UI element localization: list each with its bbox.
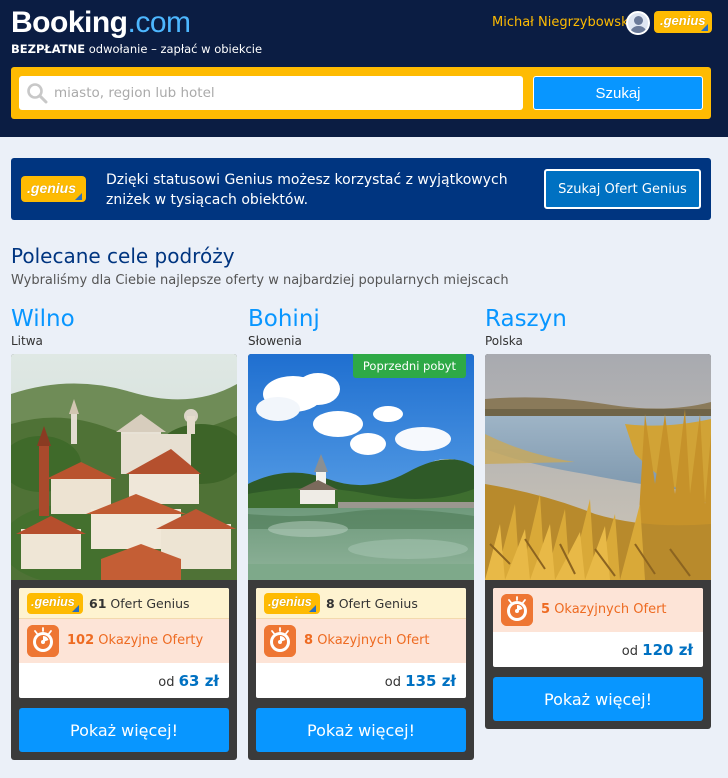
- genius-banner: .genius Dzięki statusowi Genius możesz k…: [11, 158, 711, 220]
- destination-panel: .genius 61 Ofert Genius 102 Okazyjne Ofe…: [11, 354, 237, 760]
- logo-main-text: Booking: [11, 6, 128, 39]
- section-subtitle: Wybraliśmy dla Ciebie najlepsze oferty w…: [11, 273, 509, 288]
- deal-offers-row[interactable]: 5 Okazyjnych Ofert: [493, 588, 703, 632]
- price-row: od 63 zł: [19, 663, 229, 698]
- destination-name[interactable]: Raszyn: [485, 306, 711, 334]
- genius-banner-badge: .genius: [21, 176, 86, 202]
- destination-country: Polska: [485, 334, 523, 348]
- price-value: 63 zł: [178, 672, 219, 690]
- header-tagline: BEZPŁATNE odwołanie – zapłać w obiekcie: [11, 42, 262, 56]
- genius-banner-text: Dzięki statusowi Genius możesz korzystać…: [106, 172, 508, 208]
- deal-icon: [501, 594, 533, 626]
- user-name-link[interactable]: Michał Niegrzybowski: [492, 15, 632, 30]
- deal-icon: [264, 625, 296, 657]
- offers-box: .genius 61 Ofert Genius 102 Okazyjne Ofe…: [19, 588, 229, 698]
- deal-offers-count: 102: [67, 633, 95, 648]
- deal-offers-row[interactable]: 102 Okazyjne Oferty: [19, 619, 229, 663]
- destination-panel: 5 Okazyjnych Ofert od 120 zł Pokaż więce…: [485, 354, 711, 729]
- destination-country: Litwa: [11, 334, 43, 348]
- genius-badge: .genius: [264, 593, 320, 614]
- destination-photo[interactable]: Poprzedni pobyt: [248, 354, 474, 580]
- destination-panel: Poprzedni pobyt .genius 8 Ofert Genius 8…: [248, 354, 474, 760]
- search-bar: Szukaj: [11, 67, 711, 119]
- deal-offers-label: Okazyjne Oferty: [98, 633, 204, 648]
- search-genius-offers-button[interactable]: Szukaj Ofert Genius: [544, 169, 701, 209]
- price-value: 120 zł: [642, 641, 693, 659]
- previous-stay-badge: Poprzedni pobyt: [352, 354, 466, 378]
- destination-card-bohinj: Bohinj Słowenia Poprzedni pobyt .genius …: [248, 306, 474, 760]
- deal-offers-row[interactable]: 8 Okazyjnych Ofert: [256, 619, 466, 663]
- booking-logo[interactable]: Booking.com: [11, 6, 191, 40]
- price-prefix: od: [384, 675, 402, 690]
- price-prefix: od: [158, 675, 175, 690]
- section-title: Polecane cele podróży: [11, 244, 235, 268]
- price-row: od 120 zł: [493, 632, 703, 667]
- offers-box: .genius 8 Ofert Genius 8 Okazyjnych Ofer…: [256, 588, 466, 698]
- deal-offers-label: Okazyjnych Ofert: [317, 633, 430, 648]
- genius-header-badge[interactable]: .genius: [654, 11, 712, 33]
- destination-country: Słowenia: [248, 334, 302, 348]
- site-header: Booking.com BEZPŁATNE odwołanie – zapłać…: [0, 0, 728, 137]
- search-button[interactable]: Szukaj: [533, 76, 703, 110]
- genius-offers-label: Ofert Genius: [110, 596, 190, 611]
- genius-offers-count: 8: [326, 596, 335, 611]
- deal-icon: [27, 625, 59, 657]
- show-more-button[interactable]: Pokaż więcej!: [493, 677, 703, 721]
- genius-offers-row[interactable]: .genius 61 Ofert Genius: [19, 588, 229, 619]
- deal-offers-label: Okazyjnych Ofert: [554, 602, 667, 617]
- search-icon: [27, 83, 48, 104]
- destination-photo[interactable]: [11, 354, 237, 580]
- destination-card-raszyn: Raszyn Polska 5 Okazyjnych Ofert od 120 …: [485, 306, 711, 729]
- deal-offers-count: 5: [541, 602, 551, 617]
- price-value: 135 zł: [405, 672, 456, 690]
- show-more-button[interactable]: Pokaż więcej!: [19, 708, 229, 752]
- show-more-button[interactable]: Pokaż więcej!: [256, 708, 466, 752]
- search-input[interactable]: [19, 76, 523, 110]
- destination-card-wilno: Wilno Litwa .genius 61 Ofert Genius 102 …: [11, 306, 237, 760]
- destination-photo[interactable]: [485, 354, 711, 580]
- tagline-rest: odwołanie – zapłać w obiekcie: [85, 42, 263, 56]
- price-row: od 135 zł: [256, 663, 466, 698]
- destination-name[interactable]: Bohinj: [248, 306, 474, 334]
- tagline-bold: BEZPŁATNE: [11, 42, 86, 56]
- genius-offers-count: 61: [89, 596, 107, 611]
- user-avatar-icon[interactable]: [626, 11, 650, 35]
- genius-offers-label: Ofert Genius: [338, 596, 418, 611]
- price-prefix: od: [621, 644, 639, 659]
- deal-offers-count: 8: [304, 633, 314, 648]
- genius-offers-row[interactable]: .genius 8 Ofert Genius: [256, 588, 466, 619]
- logo-suffix-text: .com: [127, 6, 192, 39]
- offers-box: 5 Okazyjnych Ofert od 120 zł: [493, 588, 703, 667]
- destination-name[interactable]: Wilno: [11, 306, 237, 334]
- genius-badge: .genius: [27, 593, 83, 614]
